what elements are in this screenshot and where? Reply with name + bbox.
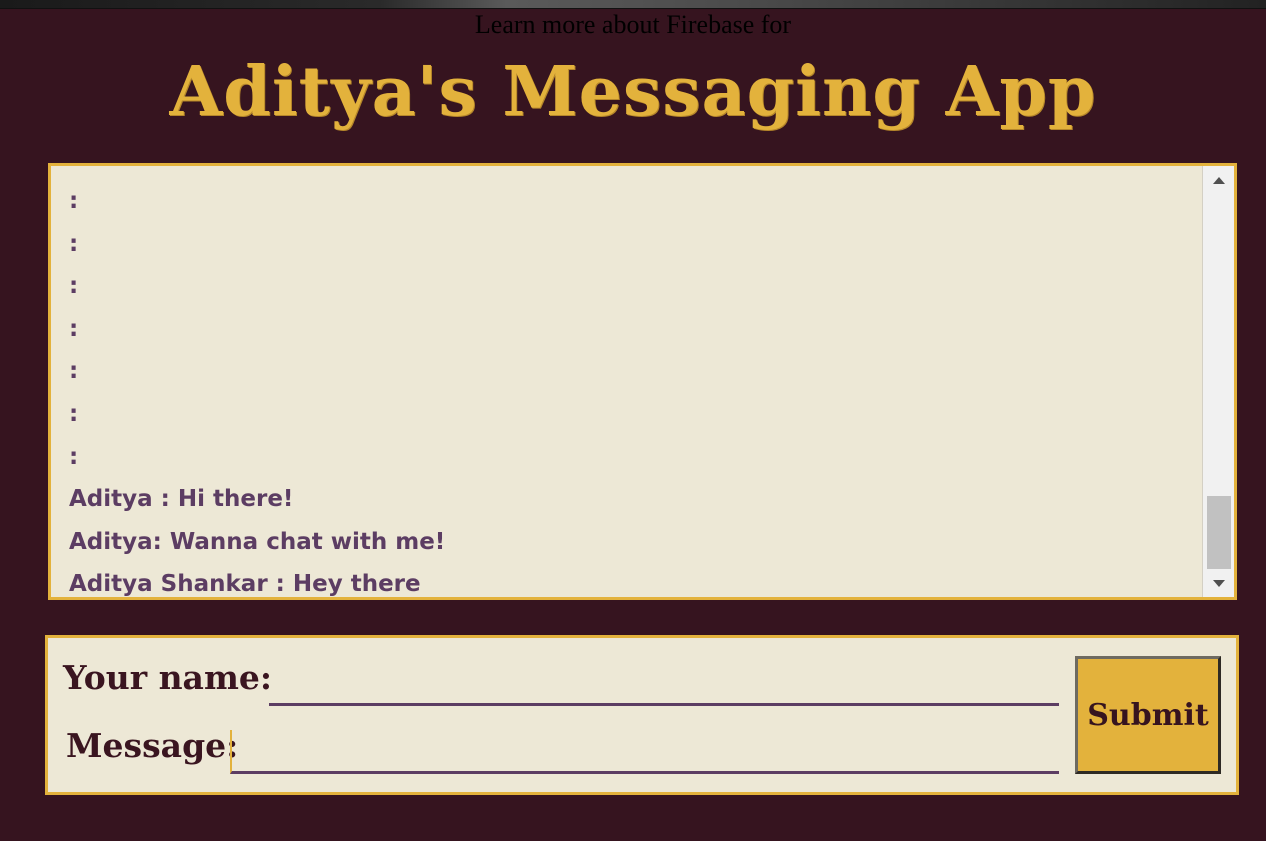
- firebase-link[interactable]: Learn more about Firebase for: [0, 9, 1266, 41]
- message-form: Your name: Message: Submit: [45, 635, 1239, 795]
- message-item: :: [69, 188, 79, 214]
- message-item: :: [69, 400, 79, 427]
- message-label: Message:: [66, 726, 239, 765]
- submit-button[interactable]: Submit: [1075, 656, 1221, 774]
- app-title: Aditya's Messaging App: [169, 52, 1097, 132]
- triangle-down-icon: [1212, 579, 1225, 587]
- message-input[interactable]: [230, 730, 1059, 774]
- message-item: Aditya Shankar : Hey there: [69, 571, 421, 598]
- message-item: :: [69, 358, 79, 385]
- messages-list: : : : : : : : Aditya : Hi there! Aditya:…: [69, 180, 1194, 598]
- browser-top-strip: [0, 0, 1266, 9]
- messages-panel[interactable]: : : : : : : : Aditya : Hi there! Aditya:…: [48, 163, 1237, 600]
- message-item: :: [69, 443, 79, 470]
- triangle-up-icon: [1212, 176, 1225, 184]
- name-label: Your name:: [63, 658, 273, 697]
- message-item: Aditya: Wanna chat with me!: [69, 528, 446, 555]
- name-input[interactable]: [269, 662, 1059, 706]
- message-item: :: [69, 273, 79, 300]
- scrollbar-thumb[interactable]: [1207, 496, 1231, 569]
- message-item: Aditya : Hi there!: [69, 486, 294, 513]
- messages-scrollbar[interactable]: [1202, 166, 1234, 597]
- message-item: :: [69, 315, 79, 342]
- scroll-down-button[interactable]: [1203, 572, 1234, 594]
- message-item: :: [69, 230, 79, 257]
- scroll-up-button[interactable]: [1203, 169, 1234, 191]
